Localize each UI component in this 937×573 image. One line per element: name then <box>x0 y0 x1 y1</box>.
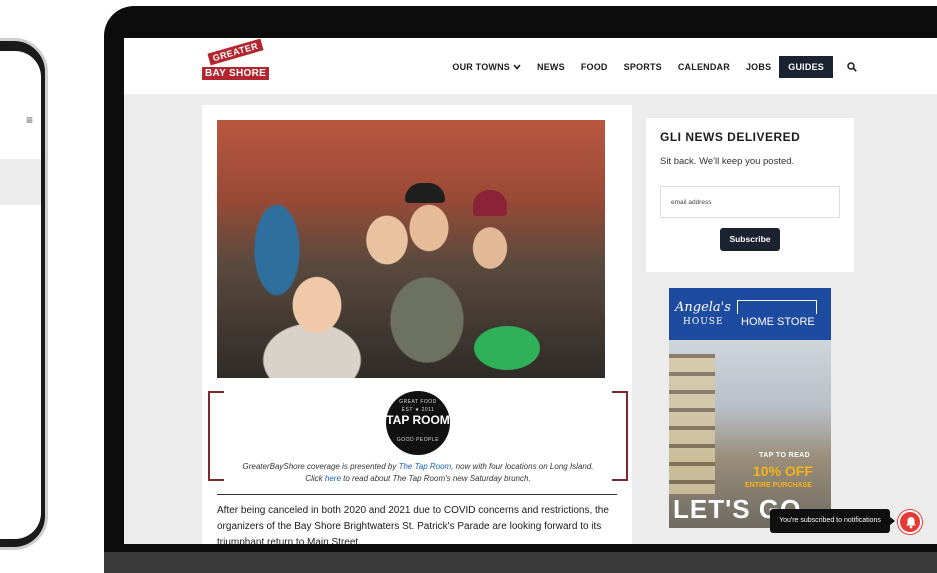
site-logo[interactable]: GREATER BAY SHORE <box>202 38 270 86</box>
ad-discount: 10% OFF <box>753 463 813 479</box>
main-nav: OUR TOWNS NEWS FOOD SPORTS CALENDAR JOBS… <box>436 56 833 78</box>
mockup-stage: ≡ GREATER BAY SHORE OUR TOWNS NEWS FOOD … <box>0 0 937 573</box>
nav-guides[interactable]: GUIDES <box>779 56 833 78</box>
nav-our-towns[interactable]: OUR TOWNS <box>452 62 521 72</box>
search-icon[interactable] <box>847 59 857 72</box>
ad-tap-to-read: TAP TO READ <box>759 452 811 459</box>
ad-entire-purchase: ENTIRE PURCHASE <box>745 482 812 489</box>
sponsor-text-3: Click <box>305 474 325 483</box>
ad-brand-sub: HOUSE <box>683 317 724 327</box>
house-roof-icon <box>737 300 817 314</box>
tap-logo-main: TAP ROOM <box>386 413 450 427</box>
newsletter-signup: GLI NEWS DELIVERED Sit back. We'll keep … <box>646 118 854 272</box>
phone-screen: ≡ <box>0 51 41 539</box>
nav-calendar[interactable]: CALENDAR <box>678 62 730 72</box>
email-field[interactable]: email address <box>660 186 840 218</box>
nav-jobs[interactable]: JOBS <box>746 62 771 72</box>
ad-brand: Angela's <box>675 300 731 315</box>
hero-photo-beanie <box>405 183 445 203</box>
signup-title: GLI NEWS DELIVERED <box>660 130 801 144</box>
article-body: After being canceled in both 2020 and 20… <box>217 505 609 544</box>
logo-bottom-text: BAY SHORE <box>202 67 270 80</box>
ad-store-shelves <box>669 354 715 494</box>
article-card: GREAT FOOD EST ★ 2011 TAP ROOM GOOD PEOP… <box>202 105 632 544</box>
phone-frame: ≡ <box>0 38 48 550</box>
phone-header-band <box>0 159 41 205</box>
hero-photo-hat <box>473 190 507 216</box>
sponsor-text: GreaterBayShore coverage is presented by… <box>228 461 608 485</box>
nav-news[interactable]: NEWS <box>537 62 565 72</box>
hero-photo <box>217 120 605 378</box>
browser-viewport: GREATER BAY SHORE OUR TOWNS NEWS FOOD SP… <box>124 38 937 544</box>
sponsor-text-4: to read about The Tap Room's new Saturda… <box>340 474 531 483</box>
subscribe-button[interactable]: Subscribe <box>720 228 780 251</box>
tap-logo-top: GREAT FOOD <box>399 399 437 405</box>
angelas-house-ad[interactable]: Angela's HOUSE HOME STORE TAP TO READ 10… <box>669 288 831 528</box>
here-link[interactable]: here <box>325 474 341 483</box>
logo-top-text: GREATER <box>207 38 264 66</box>
notification-tooltip: You're subscribed to notifications <box>770 509 895 533</box>
tap-room-link[interactable]: The Tap Room <box>399 462 452 471</box>
article-divider <box>217 494 617 495</box>
nav-sports[interactable]: SPORTS <box>624 62 662 72</box>
sponsor-block: GREAT FOOD EST ★ 2011 TAP ROOM GOOD PEOP… <box>208 391 628 485</box>
signup-subtitle: Sit back. We'll keep you posted. <box>660 156 795 167</box>
tap-room-logo[interactable]: GREAT FOOD EST ★ 2011 TAP ROOM GOOD PEOP… <box>386 391 450 455</box>
chevron-down-icon <box>513 63 521 72</box>
site-header: GREATER BAY SHORE OUR TOWNS NEWS FOOD SP… <box>124 38 937 94</box>
sponsor-text-1: GreaterBayShore coverage is presented by <box>242 462 399 471</box>
ad-home-store: HOME STORE <box>741 316 815 328</box>
nav-food[interactable]: FOOD <box>581 62 608 72</box>
sponsor-bracket-left <box>208 391 224 481</box>
hamburger-menu-icon[interactable]: ≡ <box>26 113 33 127</box>
sponsor-bracket-right <box>612 391 628 481</box>
sponsor-text-2: , now with four locations on Long Island… <box>451 462 594 471</box>
laptop-base <box>104 552 937 573</box>
nav-label: OUR TOWNS <box>452 62 511 72</box>
tap-logo-bottom: GOOD PEOPLE <box>396 437 440 443</box>
notification-bell-button[interactable] <box>898 510 922 534</box>
